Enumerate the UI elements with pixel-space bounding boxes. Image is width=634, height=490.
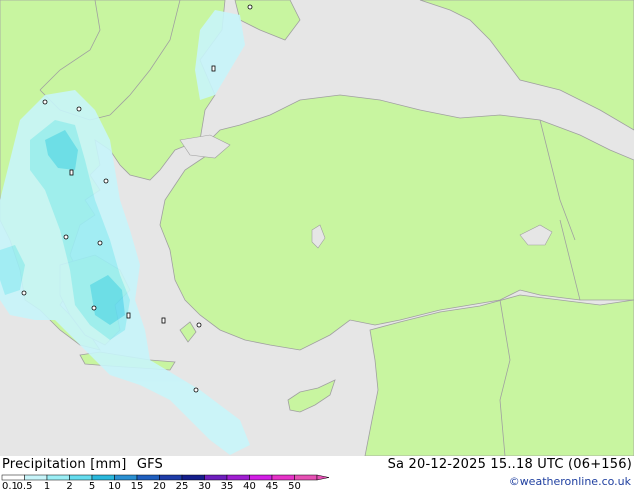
scale-tick-label: 45 <box>266 481 279 490</box>
city-marker <box>211 65 216 72</box>
scale-tick-label: 1 <box>44 481 50 490</box>
city-marker <box>196 322 202 328</box>
scale-swatch <box>1 474 25 481</box>
scale-tick-label: 0.1 <box>2 481 18 490</box>
scale-tick-label: 50 <box>288 481 301 490</box>
scale-swatch <box>114 474 138 481</box>
city-marker <box>97 240 103 246</box>
scale-swatch <box>226 474 250 481</box>
scale-tick-label: 10 <box>108 481 121 490</box>
scale-swatch <box>46 474 70 481</box>
scale-swatch <box>271 474 295 481</box>
scale-tick-label: 20 <box>153 481 166 490</box>
scale-tick-label: 35 <box>221 481 234 490</box>
precipitation-map[interactable] <box>0 0 634 457</box>
scale-swatch <box>91 474 115 481</box>
scale-swatch <box>159 474 183 481</box>
city-marker <box>126 312 131 319</box>
scale-swatch <box>181 474 205 481</box>
scale-swatch <box>69 474 93 481</box>
map-canvas <box>0 0 634 457</box>
credit-link[interactable]: ©weatheronline.co.uk <box>509 475 631 488</box>
scale-swatch <box>204 474 228 481</box>
scale-tick-label: 0.5 <box>17 481 33 490</box>
valid-time: Sa 20-12-2025 15..18 UTC (06+156) <box>387 457 632 472</box>
map-title: Precipitation [mm] GFS <box>2 457 163 472</box>
scale-tick-label: 30 <box>198 481 211 490</box>
city-marker <box>76 106 82 112</box>
scale-swatch <box>249 474 273 481</box>
scale-tick-label: 40 <box>243 481 256 490</box>
city-marker <box>42 99 48 105</box>
scale-tick-label: 25 <box>176 481 189 490</box>
parameter-label: Precipitation [mm] <box>2 457 127 472</box>
city-marker <box>21 290 27 296</box>
city-marker <box>63 234 69 240</box>
model-label: GFS <box>136 457 163 472</box>
city-marker <box>161 317 166 324</box>
scale-tick-label: 15 <box>131 481 144 490</box>
city-marker <box>103 178 109 184</box>
scale-swatch <box>24 474 48 481</box>
scale-arrow <box>316 474 330 481</box>
scale-swatch <box>136 474 160 481</box>
map-footer: Precipitation [mm] GFS Sa 20-12-2025 15.… <box>0 456 634 490</box>
city-marker <box>193 387 199 393</box>
city-marker <box>91 305 97 311</box>
scale-tick-label: 5 <box>89 481 95 490</box>
city-marker <box>69 169 74 176</box>
color-scale: 0.10.5 1 2 5 10 15 20 25 30 35 40 45 50 <box>1 474 330 490</box>
city-marker <box>247 4 253 10</box>
scale-tick-label: 2 <box>66 481 72 490</box>
scale-swatch <box>294 474 318 481</box>
